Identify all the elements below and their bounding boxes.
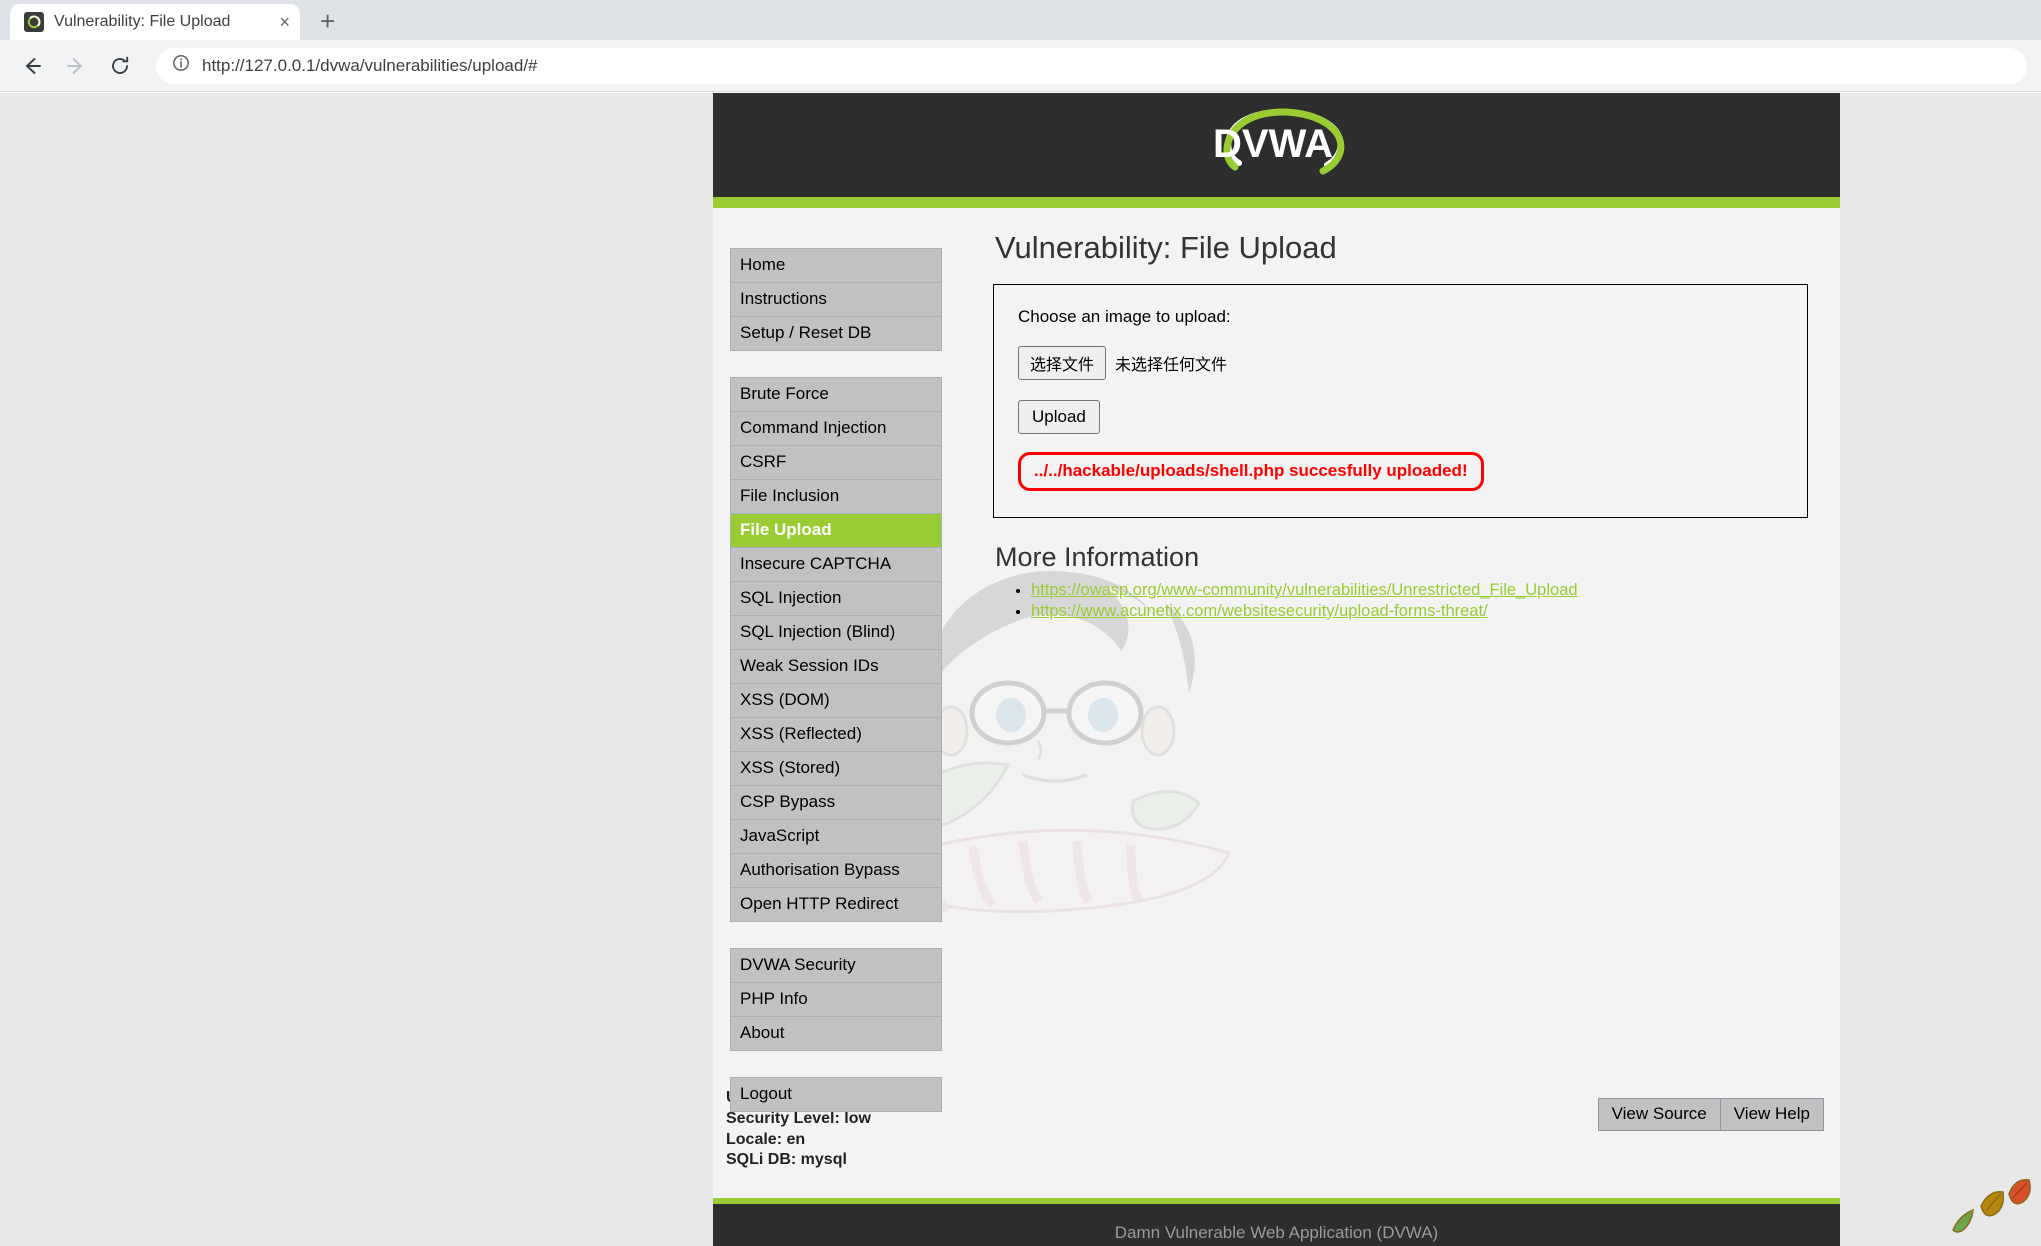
upload-panel: Choose an image to upload: 选择文件 未选择任何文件 … bbox=[993, 284, 1808, 518]
site-footer: Damn Vulnerable Web Application (DVWA) bbox=[713, 1204, 1840, 1246]
header-accent-rule bbox=[713, 197, 1840, 208]
tab-title: Vulnerability: File Upload bbox=[54, 13, 231, 30]
sidebar-group-3: DVWA Security PHP Info About bbox=[730, 948, 942, 1051]
dvwa-favicon-icon bbox=[24, 12, 44, 32]
view-help-button[interactable]: View Help bbox=[1720, 1098, 1824, 1131]
new-tab-button[interactable]: + bbox=[320, 8, 335, 34]
forward-button[interactable] bbox=[58, 48, 94, 84]
view-buttons-group: View Source View Help bbox=[1597, 1098, 1824, 1131]
view-source-button[interactable]: View Source bbox=[1597, 1098, 1721, 1131]
sidebar-item-csrf[interactable]: CSRF bbox=[730, 445, 942, 479]
sidebar-item-insecure-captcha[interactable]: Insecure CAPTCHA bbox=[730, 547, 942, 581]
sidebar-item-authorisation-bypass[interactable]: Authorisation Bypass bbox=[730, 853, 942, 887]
sidebar-item-about[interactable]: About bbox=[730, 1016, 942, 1051]
site-header: DVWA bbox=[713, 93, 1840, 197]
info-circle-icon[interactable] bbox=[172, 54, 190, 77]
footer-text: Damn Vulnerable Web Application (DVWA) bbox=[1114, 1223, 1439, 1242]
sidebar-item-xss-dom[interactable]: XSS (DOM) bbox=[730, 683, 942, 717]
tab-strip: Vulnerability: File Upload × + bbox=[0, 0, 2041, 40]
sidebar-item-xss-reflected[interactable]: XSS (Reflected) bbox=[730, 717, 942, 751]
page-viewport: DVWA Home Instructions Setup / Reset DB … bbox=[0, 93, 2041, 1246]
sqli-db-text: SQLi DB: mysql bbox=[726, 1151, 847, 1169]
sidebar-item-sql-injection[interactable]: SQL Injection bbox=[730, 581, 942, 615]
choose-file-button[interactable]: 选择文件 bbox=[1018, 346, 1107, 380]
sidebar-nav: Home Instructions Setup / Reset DB Brute… bbox=[730, 248, 942, 1138]
more-info-link-owasp[interactable]: https://owasp.org/www-community/vulnerab… bbox=[1031, 581, 1578, 599]
sidebar-item-dvwa-security[interactable]: DVWA Security bbox=[730, 948, 942, 982]
sidebar-item-setup-reset-db[interactable]: Setup / Reset DB bbox=[730, 316, 942, 351]
list-item: https://www.acunetix.com/websitesecurity… bbox=[1031, 602, 1808, 621]
sidebar-item-command-injection[interactable]: Command Injection bbox=[730, 411, 942, 445]
browser-window: Vulnerability: File Upload × + http://12… bbox=[0, 0, 2041, 1246]
sidebar-group-1: Home Instructions Setup / Reset DB bbox=[730, 248, 942, 351]
browser-tab[interactable]: Vulnerability: File Upload × bbox=[10, 4, 300, 40]
browser-toolbar: http://127.0.0.1/dvwa/vulnerabilities/up… bbox=[0, 40, 2041, 92]
file-input-row: 选择文件 未选择任何文件 bbox=[1018, 346, 1783, 380]
upload-button[interactable]: Upload bbox=[1018, 400, 1100, 434]
locale-text: Locale: en bbox=[726, 1130, 806, 1148]
more-info-link-acunetix[interactable]: https://www.acunetix.com/websitesecurity… bbox=[1031, 602, 1488, 620]
sidebar-item-logout[interactable]: Logout bbox=[730, 1077, 942, 1112]
sidebar-item-instructions[interactable]: Instructions bbox=[730, 282, 942, 316]
sidebar-item-javascript[interactable]: JavaScript bbox=[730, 819, 942, 853]
autumn-leaves-icon bbox=[1952, 1179, 2031, 1233]
more-information-list: https://owasp.org/www-community/vulnerab… bbox=[993, 581, 1808, 621]
sidebar-group-4: Logout bbox=[730, 1077, 942, 1112]
page-body: Home Instructions Setup / Reset DB Brute… bbox=[713, 208, 1840, 1198]
dvwa-page: DVWA Home Instructions Setup / Reset DB … bbox=[713, 93, 1840, 1246]
address-bar-url: http://127.0.0.1/dvwa/vulnerabilities/up… bbox=[202, 55, 538, 75]
sidebar-group-2: Brute Force Command Injection CSRF File … bbox=[730, 377, 942, 922]
sidebar-item-home[interactable]: Home bbox=[730, 248, 942, 282]
sidebar-item-php-info[interactable]: PHP Info bbox=[730, 982, 942, 1016]
list-item: https://owasp.org/www-community/vulnerab… bbox=[1031, 581, 1808, 600]
sidebar-item-csp-bypass[interactable]: CSP Bypass bbox=[730, 785, 942, 819]
close-tab-icon[interactable]: × bbox=[279, 13, 290, 31]
more-information-heading: More Information bbox=[995, 542, 1200, 572]
sidebar-item-brute-force[interactable]: Brute Force bbox=[730, 377, 942, 411]
upload-result-message: ../../hackable/uploads/shell.php succesf… bbox=[1018, 452, 1484, 491]
main-content: Vulnerability: File Upload Choose an ima… bbox=[993, 230, 1808, 623]
sidebar-item-weak-session-ids[interactable]: Weak Session IDs bbox=[730, 649, 942, 683]
sidebar-item-file-inclusion[interactable]: File Inclusion bbox=[730, 479, 942, 513]
back-button[interactable] bbox=[14, 48, 50, 84]
selected-file-status: 未选择任何文件 bbox=[1115, 357, 1228, 374]
dvwa-logo: DVWA bbox=[1213, 108, 1344, 175]
address-bar[interactable]: http://127.0.0.1/dvwa/vulnerabilities/up… bbox=[156, 47, 2027, 84]
sidebar-item-sql-injection-blind[interactable]: SQL Injection (Blind) bbox=[730, 615, 942, 649]
sidebar-item-file-upload[interactable]: File Upload bbox=[730, 513, 942, 547]
sidebar-item-xss-stored[interactable]: XSS (Stored) bbox=[730, 751, 942, 785]
sidebar-item-open-http-redirect[interactable]: Open HTTP Redirect bbox=[730, 887, 942, 922]
upload-panel-label: Choose an image to upload: bbox=[1018, 307, 1231, 326]
page-title: Vulnerability: File Upload bbox=[995, 230, 1337, 265]
dvwa-logo-text: DVWA bbox=[1213, 122, 1333, 166]
reload-button[interactable] bbox=[102, 48, 138, 84]
